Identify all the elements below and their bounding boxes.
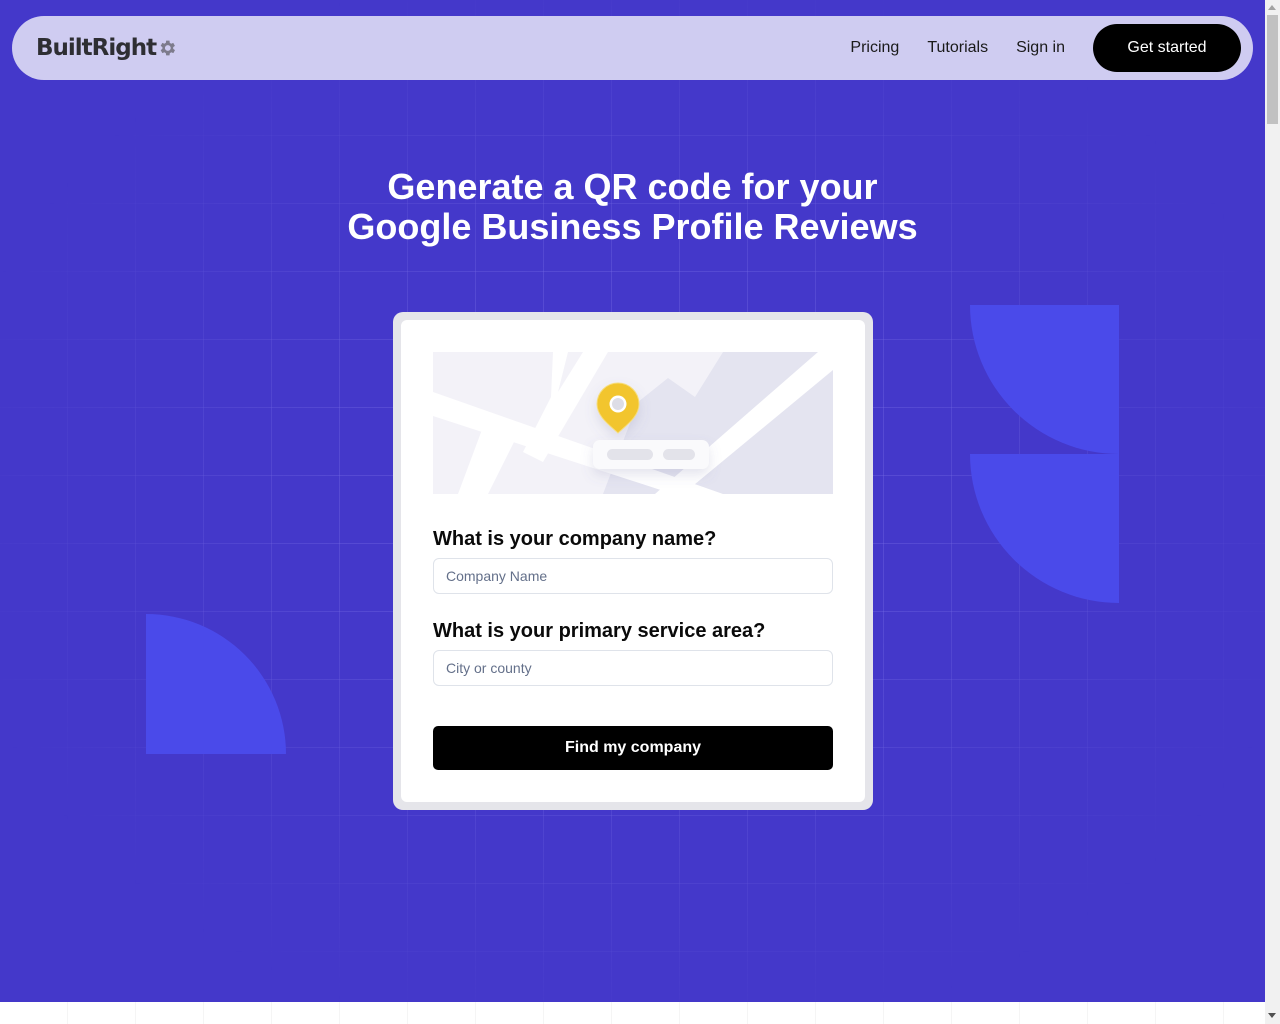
page: BuiltRight Pricing Tutorials Sign in Get… bbox=[0, 0, 1265, 1024]
map-illustration bbox=[433, 352, 833, 494]
nav-links: Pricing Tutorials Sign in Get started bbox=[850, 24, 1241, 72]
find-my-company-button[interactable]: Find my company bbox=[433, 726, 833, 770]
service-area-label: What is your primary service area? bbox=[433, 620, 766, 642]
page-scrollbar[interactable] bbox=[1265, 0, 1280, 1024]
company-name-label: What is your company name? bbox=[433, 528, 717, 550]
gear-icon bbox=[160, 40, 176, 55]
get-started-button[interactable]: Get started bbox=[1093, 24, 1241, 72]
address-card bbox=[593, 440, 709, 469]
scroll-up-arrow-icon[interactable] bbox=[1268, 5, 1276, 10]
nav-link-tutorials[interactable]: Tutorials bbox=[927, 39, 988, 57]
title-line-2: Google Business Profile Reviews bbox=[347, 206, 918, 247]
company-name-input[interactable] bbox=[433, 558, 833, 594]
nav-link-pricing[interactable]: Pricing bbox=[850, 39, 899, 57]
form-card: What is your company name? What is your … bbox=[401, 320, 865, 802]
page-title: Generate a QR code for your Google Busin… bbox=[0, 167, 1265, 247]
form-card-frame: What is your company name? What is your … bbox=[393, 312, 873, 810]
scrollbar-thumb[interactable] bbox=[1267, 15, 1278, 124]
logo[interactable]: BuiltRight bbox=[36, 35, 177, 61]
below-fold-section bbox=[0, 1002, 1265, 1024]
logo-text: BuiltRight bbox=[36, 35, 157, 61]
title-line-1: Generate a QR code for your bbox=[387, 166, 878, 207]
hero-section: BuiltRight Pricing Tutorials Sign in Get… bbox=[0, 0, 1265, 1002]
navbar: BuiltRight Pricing Tutorials Sign in Get… bbox=[12, 16, 1253, 80]
nav-link-sign-in[interactable]: Sign in bbox=[1016, 39, 1065, 57]
scroll-down-arrow-icon[interactable] bbox=[1268, 1013, 1276, 1018]
service-area-input[interactable] bbox=[433, 650, 833, 686]
